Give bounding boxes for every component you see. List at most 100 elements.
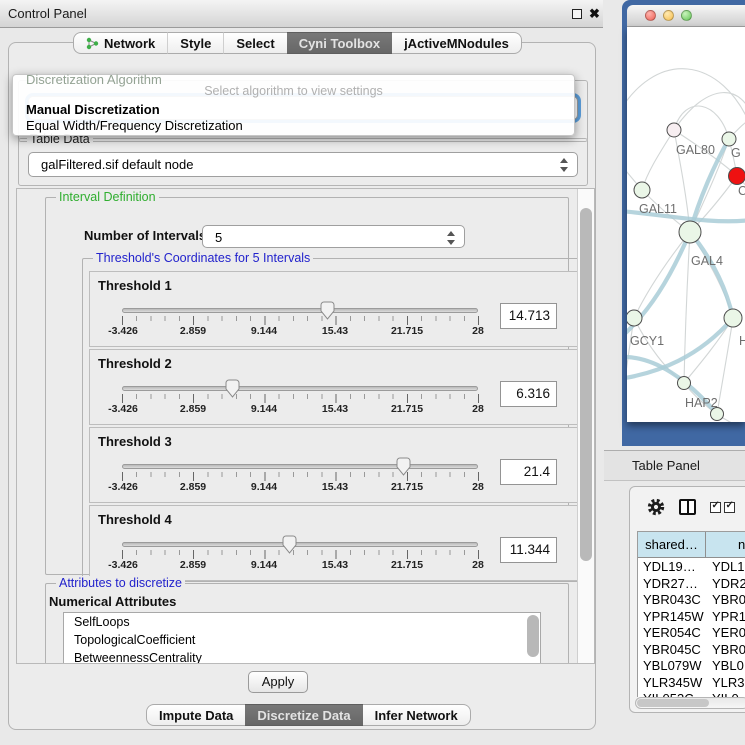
column-header-name[interactable]: na [706,532,745,558]
scrollbar-thumb[interactable] [637,699,709,707]
svg-text:C: C [738,184,745,198]
svg-text:GAL80: GAL80 [676,143,715,157]
threshold-2-label: Threshold 2 [98,356,172,371]
tab-label: Network [104,33,155,54]
bottom-tabbar: Impute Data Discretize Data Infer Networ… [146,704,471,726]
svg-text:GCY1: GCY1 [630,334,664,348]
threshold-3-label: Threshold 3 [98,434,172,449]
table-panel-card: shared… na YDL19…YDL1 YDR27…YDR2 YBR043C… [629,486,745,713]
table-row[interactable]: YPR145WYPR1 [638,609,745,626]
discretization-algorithm-label: Discretization Algorithm [26,72,162,87]
gear-icon[interactable] [647,498,665,516]
tab-style[interactable]: Style [167,32,223,54]
scrollbar-thumb[interactable] [580,208,592,561]
network-graph[interactable]: GAL80 G GAL11 C GAL4 GCY1 H HAP2 [627,27,745,422]
table-row[interactable]: YBR045CYBR0 [638,642,745,659]
spinner-arrows-icon [559,156,569,174]
attributes-group-title: Attributes to discretize [56,576,185,590]
minimize-window-button[interactable] [663,10,674,21]
apply-button[interactable]: Apply [248,671,308,693]
numerical-attributes-list[interactable]: SelfLoops TopologicalCoefficient Between… [63,612,541,664]
threshold-1-value-field[interactable]: 14.713 [500,303,557,329]
tab-infer-network[interactable]: Infer Network [363,704,471,726]
svg-text:GAL11: GAL11 [639,202,677,216]
dropdown-option-manual[interactable]: Manual Discretization [16,102,170,117]
slider-ticks [122,316,479,325]
svg-text:H: H [739,334,745,348]
threshold-2-value-field[interactable]: 6.316 [500,381,557,407]
list-item[interactable]: SelfLoops [64,613,540,631]
threshold-3-slider[interactable] [122,464,478,469]
threshold-4-row: Threshold 4 -3.426 2.859 9.144 15.43 21.… [89,505,586,581]
numerical-attributes-label: Numerical Attributes [49,594,176,609]
tab-network[interactable]: Network [73,32,167,54]
number-of-intervals-value: 5 [215,230,222,245]
table-panel-titlebar: Table Panel [604,450,745,481]
table-row[interactable]: YLR345WYLR3 [638,675,745,692]
dropdown-option-equal-width[interactable]: Equal Width/Frequency Discretization [16,118,253,133]
slider-ticks [122,394,479,403]
app-root: Control Panel ✖ Network Style Select Cyn… [0,0,745,745]
close-icon[interactable]: ✖ [589,6,600,22]
threshold-4-slider[interactable] [122,542,478,547]
column-header-shared-name[interactable]: shared… [638,532,706,558]
network-icon [86,37,99,50]
table-row[interactable]: YDR27…YDR2 [638,576,745,593]
number-of-intervals-combobox[interactable]: 5 [202,225,465,248]
number-of-intervals-label: Number of Intervals [84,228,206,243]
tab-cyni-toolbox[interactable]: Cyni Toolbox [287,32,392,54]
table-row[interactable]: YBL079WYBL0 [638,658,745,675]
threshold-1-label: Threshold 1 [98,278,172,293]
network-canvas[interactable]: GAL80 G GAL11 C GAL4 GCY1 H HAP2 [627,27,745,422]
zoom-window-button[interactable] [681,10,692,21]
close-window-button[interactable] [645,10,656,21]
table-row[interactable]: YDL19…YDL1 [638,559,745,576]
list-scrollbar[interactable] [527,615,539,657]
table-data-value: galFiltered.sif default node [41,157,193,172]
tab-discretize-data[interactable]: Discretize Data [245,704,362,726]
list-item[interactable]: TopologicalCoefficient [64,631,540,649]
threshold-1-slider[interactable] [122,308,478,313]
svg-text:HAP2: HAP2 [685,396,718,410]
threshold-1-row: Threshold 1 -3.426 2.859 9.144 15.43 21.… [89,271,586,347]
slider-ticks [122,472,479,481]
panel-title: Control Panel [8,6,87,21]
threshold-2-row: Threshold 2 -3.426 2.859 9.144 15.43 21.… [89,349,586,425]
columns-icon[interactable] [679,499,696,515]
node-table: shared… na YDL19…YDL1 YDR27…YDR2 YBR043C… [637,531,745,697]
table-panel-title: Table Panel [632,458,700,473]
slider-ticks [122,550,479,559]
table-data-combobox[interactable]: galFiltered.sif default node [28,152,578,177]
threshold-3-value-field[interactable]: 21.4 [500,459,557,485]
table-row[interactable]: YER054CYER0 [638,625,745,642]
tab-jactivemnodules[interactable]: jActiveMNodules [392,32,522,54]
threshold-4-label: Threshold 4 [98,512,172,527]
tab-select[interactable]: Select [223,32,286,54]
table-header-row: shared… na [638,532,745,558]
table-row[interactable]: YBR043CYBR0 [638,592,745,609]
interval-definition-group: Interval Definition Number of Intervals … [45,197,569,575]
threshold-3-row: Threshold 3 -3.426 2.859 9.144 15.43 21.… [89,427,586,503]
list-item[interactable]: BetweennessCentrality [64,649,540,664]
threshold-4-value-field[interactable]: 11.344 [500,537,557,563]
checkbox-icon[interactable] [710,502,721,513]
table-horizontal-scrollbar[interactable] [635,697,745,709]
spinner-arrows-icon [446,229,456,247]
settings-scrollbar[interactable] [577,189,594,663]
float-panel-icon[interactable] [572,9,582,19]
threshold-2-slider[interactable] [122,386,478,391]
checkbox-icon[interactable] [724,502,735,513]
interval-definition-title: Interval Definition [56,190,159,204]
svg-text:GAL4: GAL4 [691,254,723,268]
table-rows: YDL19…YDL1 YDR27…YDR2 YBR043CYBR0 YPR145… [638,559,745,698]
network-window-titlebar [627,5,745,27]
threshold-coordinates-title: Threshold's Coordinates for 5 Intervals [93,251,313,265]
svg-text:G: G [731,146,741,160]
top-tabbar: Network Style Select Cyni Toolbox jActiv… [73,32,522,54]
settings-viewport: Interval Definition Number of Intervals … [16,188,595,664]
tab-impute-data[interactable]: Impute Data [146,704,245,726]
attributes-group: Attributes to discretize Numerical Attri… [45,583,569,664]
network-view-window: GAL80 G GAL11 C GAL4 GCY1 H HAP2 [622,0,745,446]
threshold-coordinates-group: Threshold's Coordinates for 5 Intervals … [82,258,592,582]
control-panel-titlebar: Control Panel ✖ [0,0,603,28]
